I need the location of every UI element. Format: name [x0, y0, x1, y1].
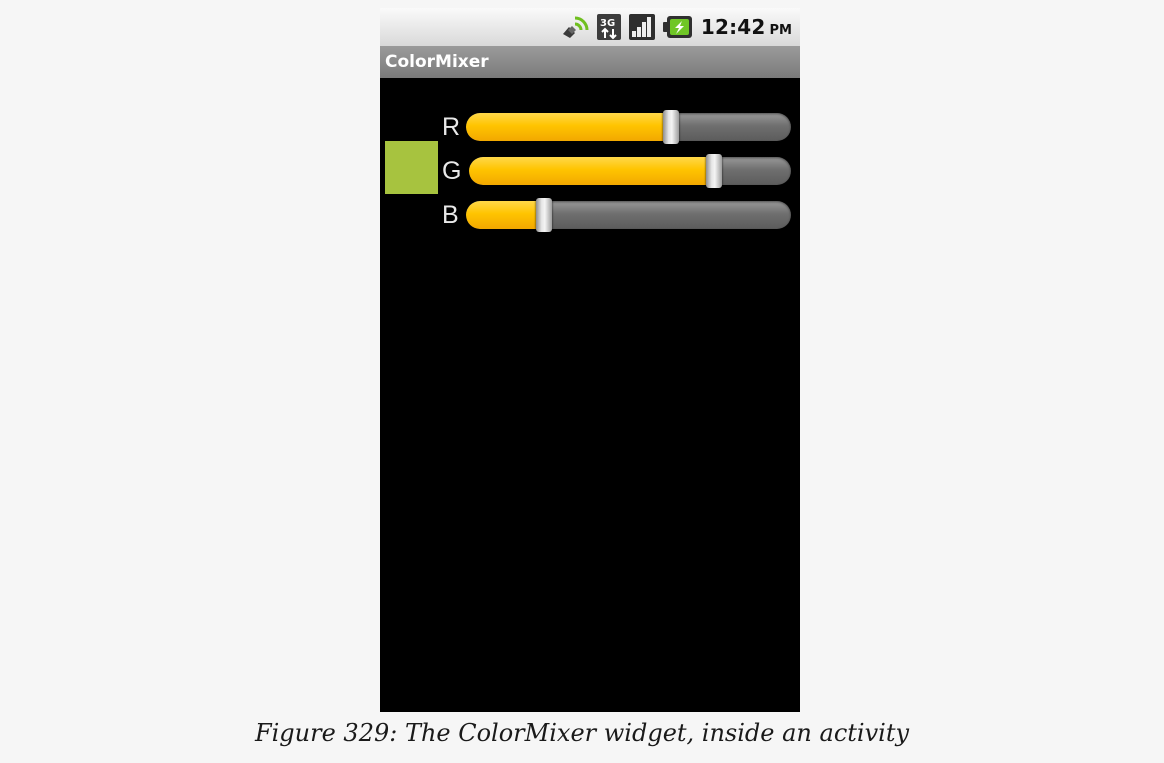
- red-seekbar[interactable]: [466, 113, 791, 141]
- blue-seekbar[interactable]: [466, 201, 791, 229]
- red-seekbar-thumb[interactable]: [662, 110, 679, 144]
- status-icons: 3G 12:42 PM: [561, 13, 792, 41]
- phone-screen: 3G 12:42 PM ColorMixer R G B: [380, 8, 800, 712]
- slider-row-green: G: [440, 154, 796, 188]
- clock-ampm: PM: [769, 23, 792, 38]
- clock: 12:42 PM: [701, 15, 792, 39]
- slider-row-red: R: [440, 110, 796, 144]
- figure-caption: Figure 329: The ColorMixer widget, insid…: [254, 719, 910, 747]
- gps-signal-icon: [561, 14, 589, 40]
- green-seekbar-thumb[interactable]: [705, 154, 722, 188]
- battery-charging-icon: [662, 15, 693, 39]
- clock-time: 12:42: [700, 15, 766, 39]
- red-slider-label: R: [442, 113, 461, 141]
- app-title: ColorMixer: [385, 52, 489, 72]
- signal-bars-icon: [628, 14, 655, 40]
- green-slider-label: G: [442, 157, 462, 185]
- red-seekbar-progress: [466, 113, 671, 141]
- green-seekbar[interactable]: [469, 157, 791, 185]
- green-seekbar-progress: [469, 157, 714, 185]
- blue-seekbar-progress: [466, 201, 544, 229]
- blue-seekbar-thumb[interactable]: [536, 198, 552, 232]
- app-title-bar: ColorMixer: [380, 46, 800, 78]
- color-swatch: [385, 141, 438, 194]
- status-bar: 3G 12:42 PM: [380, 8, 800, 47]
- slider-row-blue: B: [440, 198, 796, 232]
- svg-text:3G: 3G: [600, 18, 615, 29]
- blue-slider-label: B: [442, 201, 459, 229]
- 3g-data-icon: 3G: [596, 14, 621, 40]
